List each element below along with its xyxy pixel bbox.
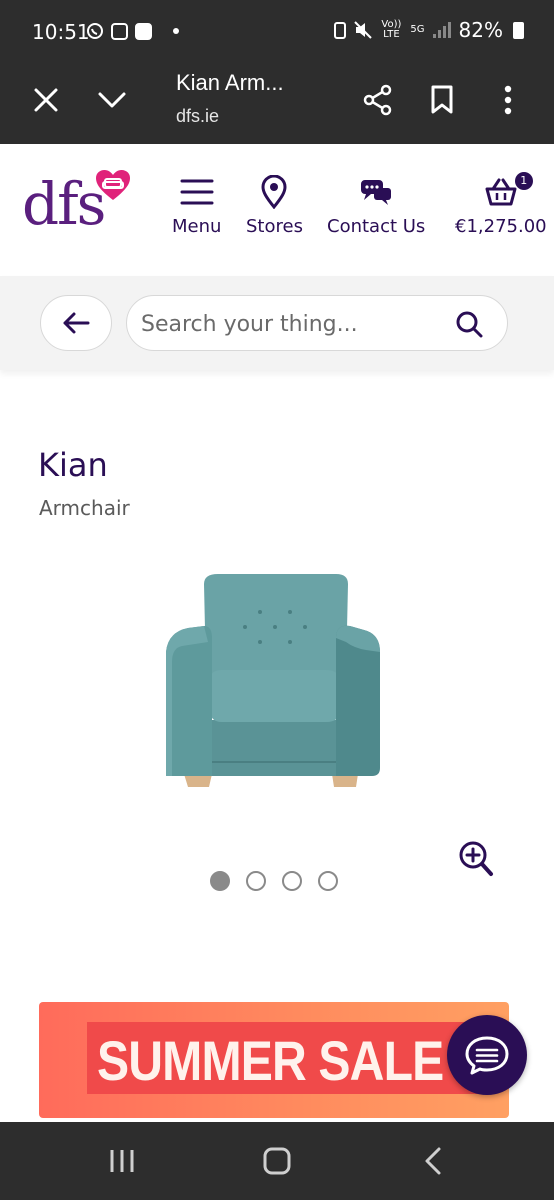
contact-us-button[interactable]: Contact Us xyxy=(327,174,425,237)
home-button[interactable] xyxy=(257,1144,297,1178)
chat-bubbles-icon xyxy=(361,180,392,205)
arrow-left-icon xyxy=(63,312,90,334)
contact-us-label: Contact Us xyxy=(327,216,426,237)
check-icon xyxy=(135,22,152,40)
carousel-dot-2[interactable] xyxy=(246,871,266,891)
share-button[interactable] xyxy=(356,78,400,122)
recent-apps-icon xyxy=(110,1150,134,1172)
browser-toolbar: Kian Arm... dfs.ie xyxy=(0,64,554,144)
status-bar: 10:51 Vo)) LTE 5G 82% xyxy=(0,0,554,64)
basket-button[interactable]: 1 €1,275.00 xyxy=(455,172,547,237)
carousel-dot-3[interactable] xyxy=(282,871,302,891)
network-indicator: 5G xyxy=(410,24,425,35)
bookmark-icon xyxy=(431,85,453,114)
hamburger-icon xyxy=(180,179,214,205)
page-url[interactable]: dfs.ie xyxy=(176,106,219,127)
basket-total: €1,275.00 xyxy=(455,216,547,237)
bookmark-button[interactable] xyxy=(420,78,464,122)
signal-icon xyxy=(432,22,451,38)
whatsapp-icon xyxy=(87,23,103,39)
battery-icon xyxy=(513,21,524,39)
product-type: Armchair xyxy=(39,496,130,520)
status-right: Vo)) LTE 5G 82% xyxy=(334,18,524,42)
more-options-button[interactable] xyxy=(486,78,530,122)
volte-indicator: Vo)) LTE xyxy=(381,19,402,40)
back-nav-button[interactable] xyxy=(413,1144,453,1178)
battery-percent: 82% xyxy=(458,18,503,42)
notification-icons xyxy=(86,22,179,40)
armchair-image[interactable] xyxy=(160,570,386,792)
search-box xyxy=(126,295,508,351)
gallery-icon xyxy=(111,22,128,40)
page-title: Kian Arm... xyxy=(176,70,284,95)
carousel-dot-4[interactable] xyxy=(318,871,338,891)
chevron-down-icon xyxy=(98,92,126,108)
back-button[interactable] xyxy=(40,295,112,351)
chat-icon xyxy=(465,1036,509,1075)
search-input[interactable] xyxy=(141,304,441,344)
image-carousel-dots xyxy=(210,871,338,891)
chat-button[interactable] xyxy=(447,1015,527,1095)
zoom-in-icon[interactable] xyxy=(458,840,494,878)
more-notifications-icon xyxy=(173,28,179,34)
carousel-dot-1[interactable] xyxy=(210,871,230,891)
stores-button[interactable]: Stores xyxy=(246,174,303,237)
basket-icon xyxy=(485,178,517,206)
sale-text: SUMMER SALE xyxy=(97,1029,444,1092)
menu-label: Menu xyxy=(172,216,222,237)
logo-text: dfs xyxy=(22,170,106,238)
summer-sale-banner[interactable]: SUMMER SALE xyxy=(39,1002,509,1118)
menu-button[interactable]: Menu xyxy=(172,174,221,237)
search-area xyxy=(0,276,554,370)
location-pin-icon xyxy=(261,175,287,209)
share-icon xyxy=(363,84,392,116)
mute-icon xyxy=(354,21,373,39)
product-name: Kian xyxy=(38,446,108,484)
stores-label: Stores xyxy=(246,216,303,237)
recent-apps-button[interactable] xyxy=(102,1144,142,1178)
back-chevron-icon xyxy=(425,1147,441,1175)
heart-sofa-icon xyxy=(96,170,130,200)
status-time: 10:51 xyxy=(32,20,90,44)
dfs-logo[interactable]: dfs xyxy=(22,168,134,240)
close-tab-button[interactable] xyxy=(24,78,68,122)
minimize-button[interactable] xyxy=(90,78,134,122)
battery-saver-icon xyxy=(334,22,347,39)
site-header: dfs Menu Stores Contact Us 1 €1,275.00 xyxy=(0,144,554,276)
close-icon xyxy=(34,88,58,112)
search-icon[interactable] xyxy=(455,310,483,338)
more-vert-icon xyxy=(504,85,512,115)
system-nav-bar xyxy=(0,1122,554,1200)
home-icon xyxy=(263,1147,291,1175)
basket-count-badge: 1 xyxy=(514,172,533,190)
